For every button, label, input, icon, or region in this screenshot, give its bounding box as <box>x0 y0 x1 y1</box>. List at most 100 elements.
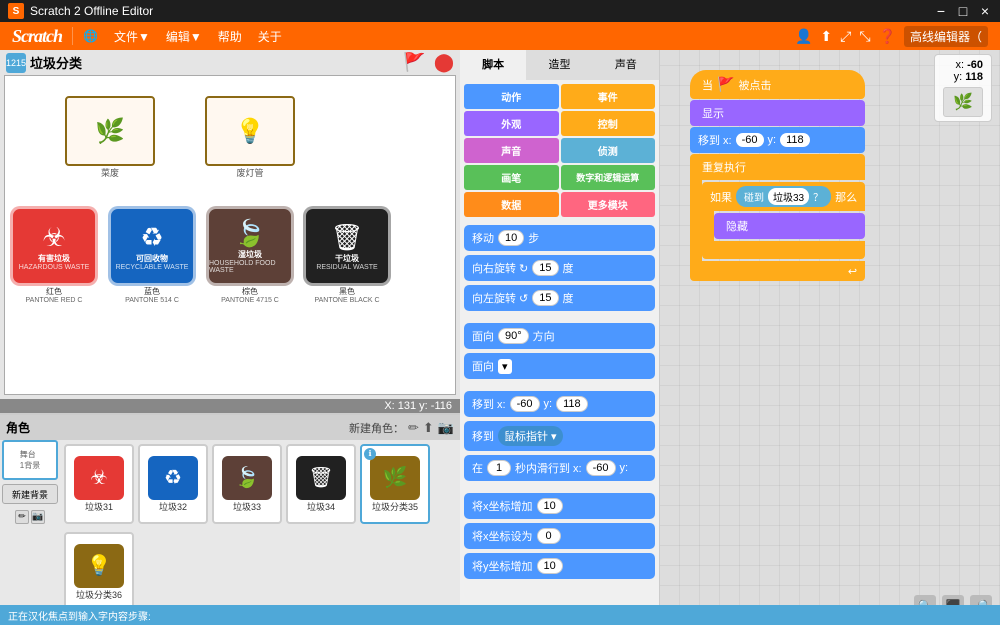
cat-looks[interactable]: 外观 <box>464 111 559 136</box>
green-flag-button[interactable]: 🚩 <box>403 52 425 73</box>
dry-symbol: 🗑 <box>330 222 363 253</box>
user-icon[interactable]: 👤 <box>795 28 812 45</box>
sprite-35-name: 垃圾分类35 <box>372 500 418 513</box>
coord-x: x: -60 <box>955 59 983 71</box>
menu-help[interactable]: 帮助 <box>210 24 250 49</box>
wet-pantone: PANTONE 4715 C <box>221 297 279 304</box>
cat-more[interactable]: 更多模块 <box>561 192 656 217</box>
sprite-item-36[interactable]: 💡 垃圾分类36 <box>64 532 134 612</box>
block-face-dir[interactable]: 面向 90° 方向 <box>464 323 655 349</box>
cat-motion[interactable]: 动作 <box>464 84 559 109</box>
if-condition[interactable]: 碰到 垃圾33 ？ <box>736 186 831 207</box>
sprites-row: 舞台1背景 新建背景 ✏ 📷 ☣ 垃圾31 <box>0 440 460 620</box>
menu-edit[interactable]: 编辑▼ <box>158 24 210 49</box>
menu-right: 👤 ⬆ ⤢ ⤡ ❓ 高线编辑器（ <box>795 26 996 47</box>
menu-about[interactable]: 关于 <box>250 24 290 49</box>
script-x-val[interactable]: -60 <box>736 133 764 147</box>
upload-icon[interactable]: ⬆ <box>820 28 832 45</box>
block-turn-left-input[interactable]: 15 <box>532 290 558 306</box>
sprites-title: 角色 <box>6 419 30 436</box>
sprite-caifei: 🌿 菜废 <box>65 96 155 179</box>
cat-sound[interactable]: 声音 <box>464 138 559 163</box>
help-icon[interactable]: ❓ <box>879 28 896 45</box>
bg-paint-btn[interactable]: ✏ <box>15 510 29 524</box>
paint-sprite-btn[interactable]: ✏ <box>408 420 419 436</box>
block-change-x[interactable]: 将x坐标增加 10 <box>464 493 655 519</box>
stage-thumbnail[interactable]: 舞台1背景 <box>2 440 58 480</box>
minimize-button[interactable]: − <box>934 4 948 18</box>
block-turn-right[interactable]: 向右旋转 ↻ 15 度 <box>464 255 655 281</box>
stage-controls: 🚩 ⬤ <box>403 52 454 73</box>
close-button[interactable]: × <box>978 4 992 18</box>
stop-button[interactable]: ⬤ <box>434 52 454 73</box>
recyclable-en: RECYCLABLE WASTE <box>116 264 189 271</box>
gap2 <box>464 383 655 391</box>
block-face-toward[interactable]: 面向 ▾ <box>464 353 655 379</box>
cat-operators[interactable]: 数字和逻辑运算 <box>561 165 656 190</box>
wet-symbol: 🍃 <box>234 218 266 249</box>
sprite-35-info[interactable]: ℹ <box>364 448 376 460</box>
tab-costumes[interactable]: 造型 <box>526 50 592 80</box>
waste-dry: 🗑 干垃圾 RESIDUAL WASTE 黑色 PANTONE BLACK C <box>303 206 391 304</box>
coord-bar: X: 131 y: -116 <box>0 399 460 413</box>
expand-icon[interactable]: ⤢ <box>840 28 851 45</box>
menu-globe[interactable]: 🌐 <box>75 25 106 47</box>
script-y-val[interactable]: 118 <box>780 133 810 147</box>
block-glide[interactable]: 在 1 秒内滑行到 x: -60 y: <box>464 455 655 481</box>
block-change-y-input[interactable]: 10 <box>537 558 563 574</box>
wet-icon: 🍃 湿垃圾 HOUSEHOLD FOOD WASTE <box>206 206 294 286</box>
bg-camera-btn[interactable]: 📷 <box>31 510 45 524</box>
menu-bar: Scratch 🌐 文件▼ 编辑▼ 帮助 关于 👤 ⬆ ⤢ ⤡ ❓ 高线编辑器（ <box>0 22 1000 50</box>
cat-pen[interactable]: 画笔 <box>464 165 559 190</box>
gap3 <box>464 485 655 493</box>
cat-control[interactable]: 控制 <box>561 111 656 136</box>
cat-sensing[interactable]: 侦测 <box>561 138 656 163</box>
shrink-icon[interactable]: ⤡ <box>859 28 870 45</box>
cat-events[interactable]: 事件 <box>561 84 656 109</box>
app-icon: S <box>8 3 24 19</box>
block-face-toward-dropdown[interactable]: ▾ <box>498 359 512 374</box>
block-set-x-input[interactable]: 0 <box>537 528 561 544</box>
block-goto-pointer-dropdown[interactable]: 鼠标指针 ▾ <box>498 426 563 446</box>
block-goto-pointer[interactable]: 移到 鼠标指针 ▾ <box>464 421 655 451</box>
camera-sprite-btn[interactable]: 📷 <box>438 420 454 436</box>
dry-en: RESIDUAL WASTE <box>316 264 377 271</box>
sprite-item-32[interactable]: ♻ 垃圾32 <box>138 444 208 524</box>
sprite-34-thumb: 🗑 <box>296 456 346 500</box>
new-sprite-label: 新建角色： <box>349 420 404 436</box>
block-goto-y-input[interactable]: 118 <box>556 396 588 412</box>
block-change-x-input[interactable]: 10 <box>537 498 563 514</box>
block-goto-xy[interactable]: 移到 x: -60 y: 118 <box>464 391 655 417</box>
block-face-dir-input[interactable]: 90° <box>498 328 529 344</box>
block-goto-x-input[interactable]: -60 <box>510 396 540 412</box>
block-set-x[interactable]: 将x坐标设为 0 <box>464 523 655 549</box>
script-goto-xy[interactable]: 移到 x: -60 y: 118 <box>690 127 865 153</box>
status-bar: 正在汉化焦点到输入字内容步骤: <box>0 605 1000 625</box>
block-hide[interactable]: 隐藏 <box>714 213 865 239</box>
sprite-item-33[interactable]: 🍃 垃圾33 <box>212 444 282 524</box>
tab-scripts[interactable]: 脚本 <box>460 50 526 80</box>
block-turn-left[interactable]: 向左旋转 ↺ 15 度 <box>464 285 655 311</box>
block-move[interactable]: 移动 10 步 <box>464 225 655 251</box>
tab-sounds[interactable]: 声音 <box>593 50 659 80</box>
block-change-y[interactable]: 将y坐标增加 10 <box>464 553 655 579</box>
sprite-item-31[interactable]: ☣ 垃圾31 <box>64 444 134 524</box>
block-move-input[interactable]: 10 <box>498 230 524 246</box>
repeat-header[interactable]: 重复执行 <box>690 154 865 180</box>
block-turn-right-input[interactable]: 15 <box>532 260 558 276</box>
block-glide-time-input[interactable]: 1 <box>487 460 511 476</box>
if-header[interactable]: 如果 碰到 垃圾33 ？ 那么 <box>702 182 865 211</box>
if-target[interactable]: 垃圾33 <box>768 188 809 205</box>
menu-file[interactable]: 文件▼ <box>106 24 158 49</box>
script-canvas[interactable]: x: -60 y: 118 🌿 当 🚩 被点击 显示 移到 x: -6 <box>660 50 1000 625</box>
block-glide-x-input[interactable]: -60 <box>586 460 616 476</box>
sprite-item-34[interactable]: 🗑 垃圾34 <box>286 444 356 524</box>
new-bg-btn[interactable]: 新建背景 <box>2 484 58 504</box>
cat-data[interactable]: 数据 <box>464 192 559 217</box>
block-show[interactable]: 显示 <box>690 100 865 126</box>
maximize-button[interactable]: □ <box>956 4 970 18</box>
hat-block[interactable]: 当 🚩 被点击 <box>690 70 865 99</box>
sprite-item-35[interactable]: ℹ 🌿 垃圾分类35 <box>360 444 430 524</box>
upload-sprite-btn[interactable]: ⬆ <box>423 420 434 436</box>
sprite-33-name: 垃圾33 <box>233 500 261 513</box>
